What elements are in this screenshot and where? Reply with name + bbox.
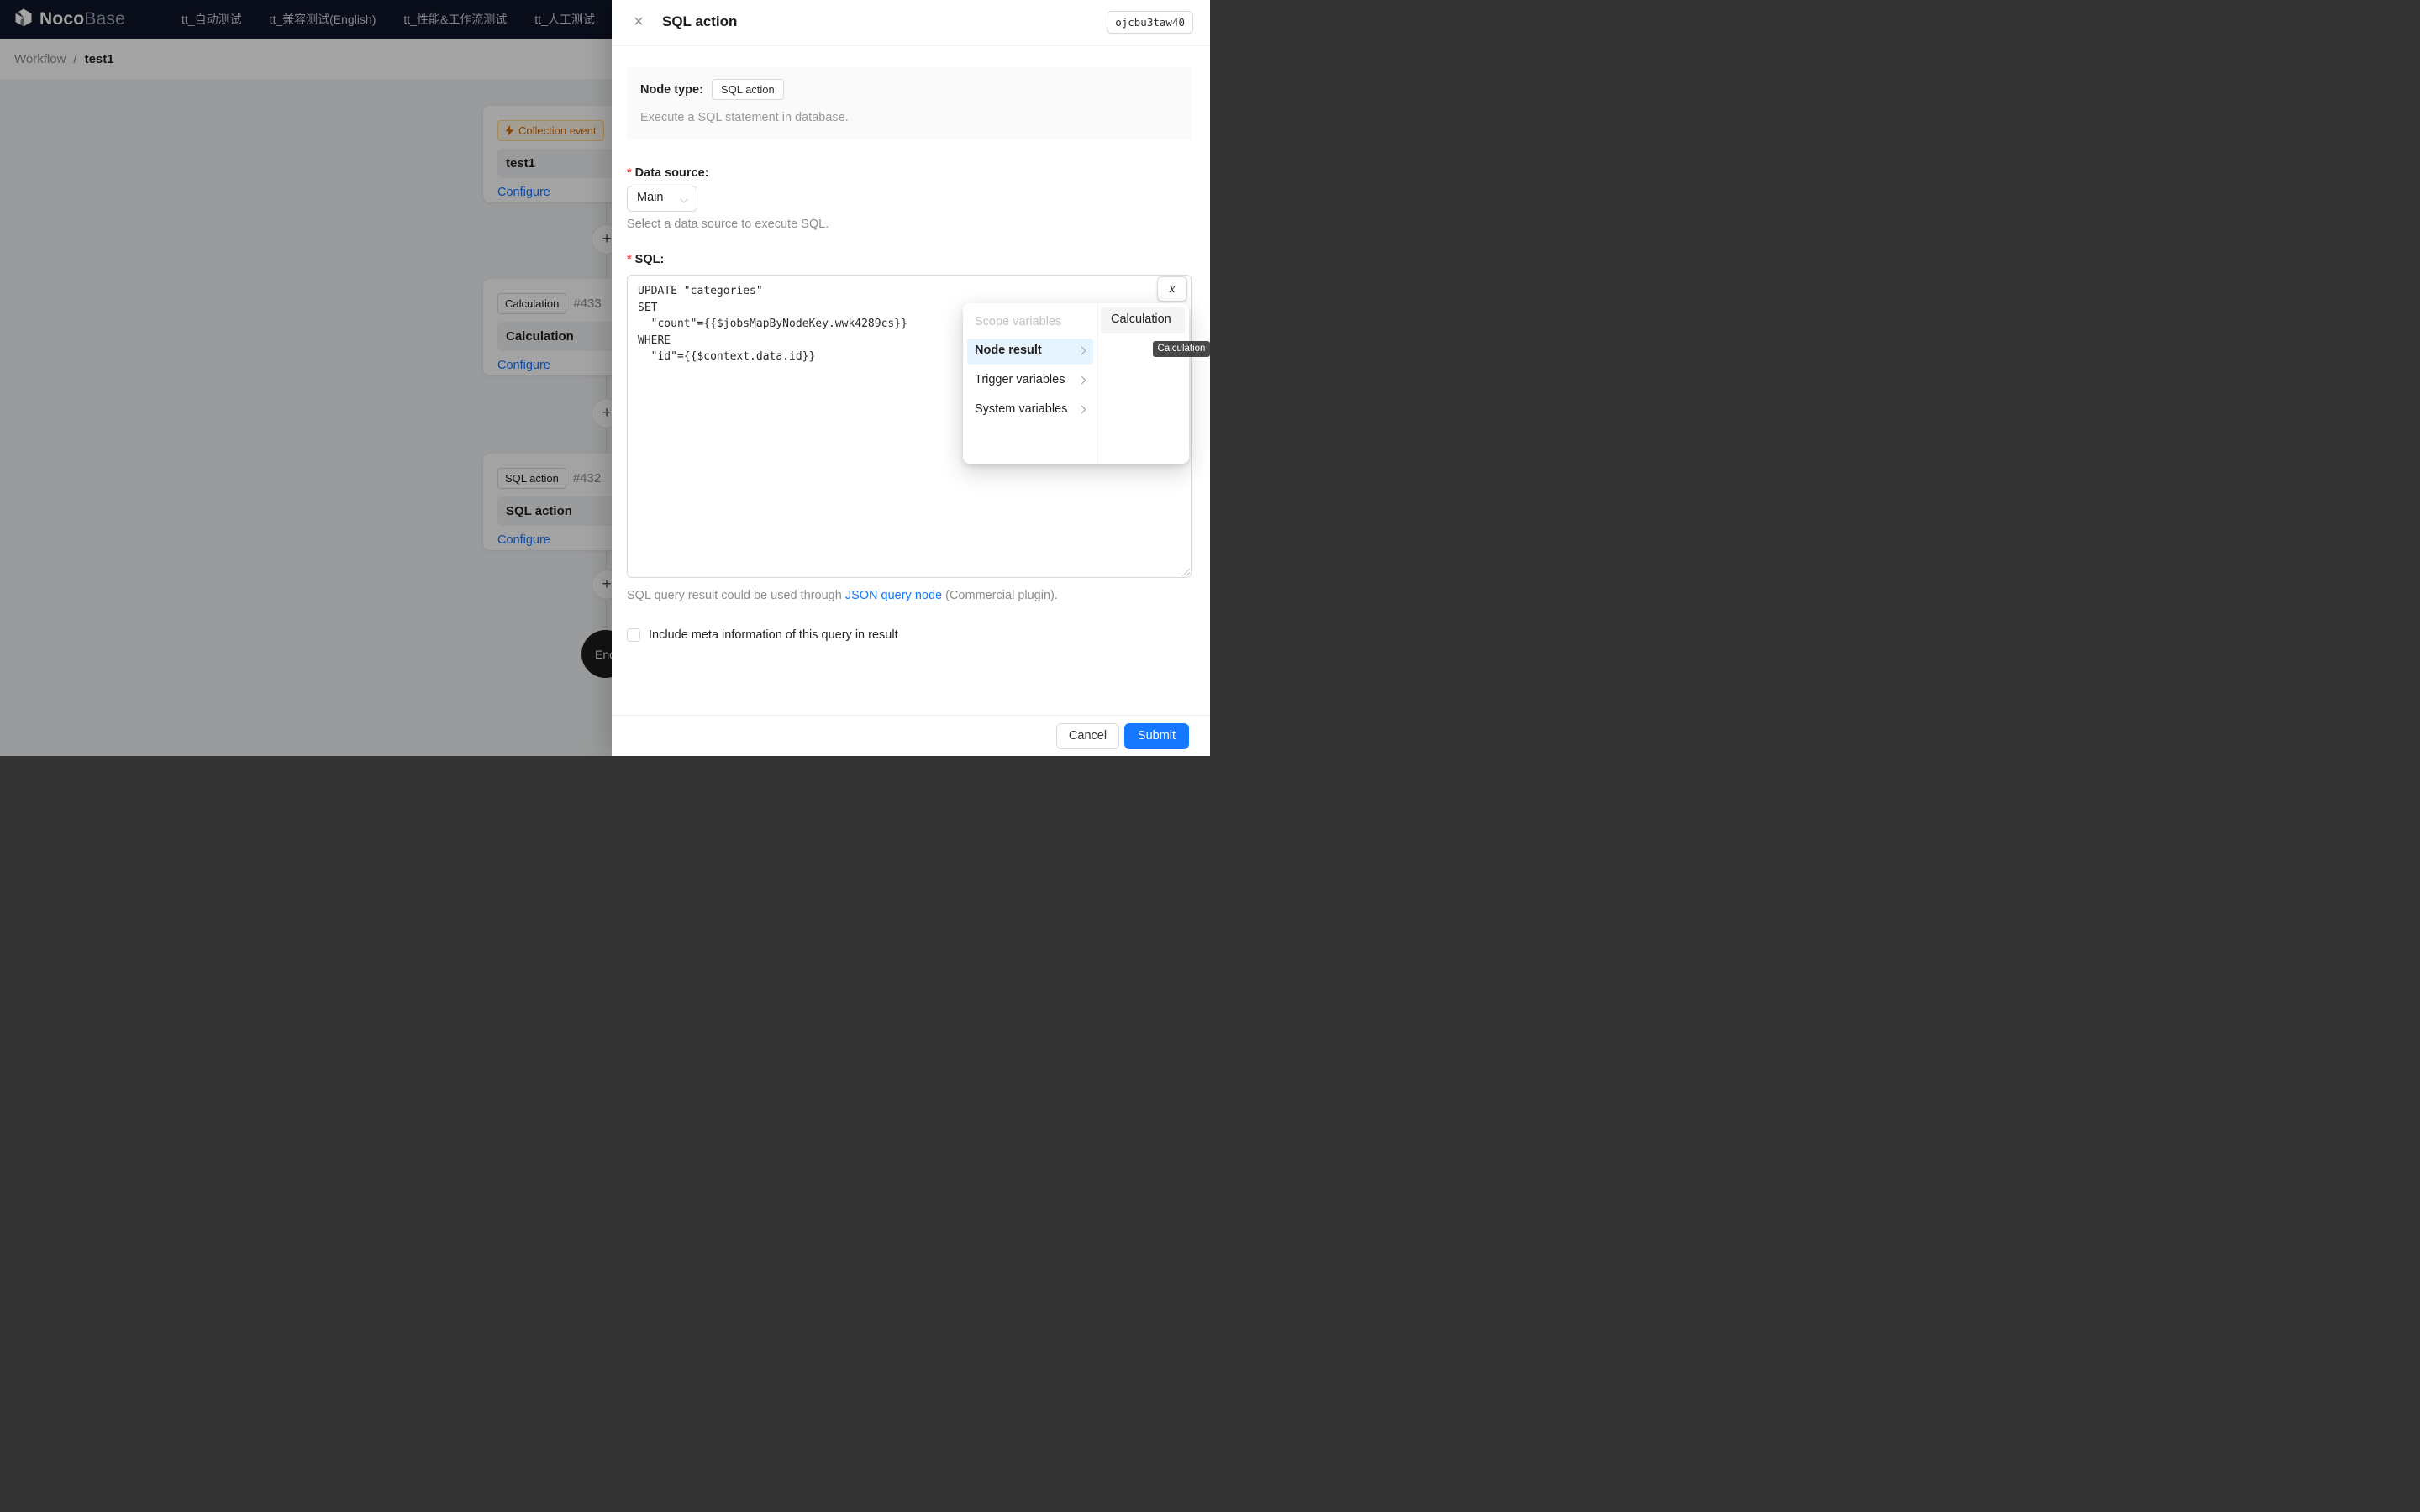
close-icon[interactable]: × [629,12,649,32]
json-query-node-link[interactable]: JSON query node [845,589,942,602]
meta-checkbox[interactable] [627,628,640,642]
data-source-select-value: Main [637,191,664,204]
sql-label: * SQL: [627,253,665,266]
menu-divider [1097,303,1098,464]
app-window: NocoBase tt_自动测试 tt_兼容测试(English) tt_性能&… [0,0,1210,756]
meta-checkbox-label: Include meta information of this query i… [649,628,898,642]
drawer-title: SQL action [662,13,738,29]
variable-dropdown-menu: Scope variables Node result Trigger vari… [963,303,1189,464]
chevron-right-icon [1079,377,1086,384]
calculation-tooltip: Calculation [1153,341,1210,357]
node-type-panel: Node type: SQL action Execute a SQL stat… [627,67,1192,139]
menu-group-scope-variables: Scope variables [975,315,1062,328]
data-source-label: * Data source: [627,166,709,180]
menu-item-system-variables[interactable]: System variables [967,397,1093,423]
menu-item-node-result[interactable]: Node result [967,339,1093,365]
data-source-select[interactable]: Main [627,186,697,212]
insert-variable-button[interactable]: x [1157,276,1187,302]
sql-result-help-text: SQL query result could be used through J… [627,589,1058,602]
node-type-label: Node type: [640,82,703,97]
drawer-footer: Cancel Submit [612,715,1210,756]
menu-item-trigger-variables[interactable]: Trigger variables [967,368,1093,394]
textarea-resize-handle[interactable] [1181,567,1190,576]
required-mark: * [627,253,632,266]
meta-option-row: Include meta information of this query i… [627,628,898,642]
cancel-button[interactable]: Cancel [1056,723,1119,749]
required-mark: * [627,166,632,180]
submenu-item-calculation[interactable]: Calculation [1101,307,1185,333]
node-key-tag[interactable]: ojcbu3taw40 [1107,11,1193,34]
data-source-help-text: Select a data source to execute SQL. [627,218,829,231]
chevron-right-icon [1079,348,1086,354]
node-type-description: Execute a SQL statement in database. [640,111,849,124]
submit-button[interactable]: Submit [1124,723,1189,749]
chevron-down-icon [681,196,687,202]
drawer-mask[interactable] [0,0,612,756]
drawer-header: × SQL action ojcbu3taw40 [612,0,1210,46]
node-type-value-tag: SQL action [711,79,784,100]
chevron-right-icon [1079,407,1086,413]
